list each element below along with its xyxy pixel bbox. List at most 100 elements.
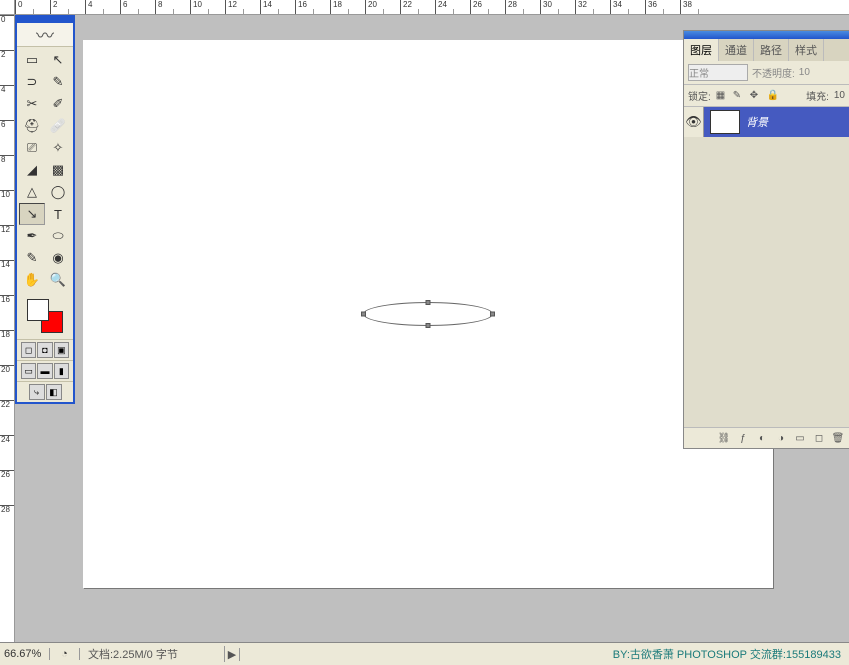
type-tool[interactable]: T [45, 203, 71, 225]
folder-icon[interactable]: ▭ [792, 431, 808, 445]
ruler-h-tick: 38 [680, 0, 715, 14]
canvas[interactable] [83, 40, 773, 588]
gradient-tool[interactable]: ▩ [45, 159, 71, 181]
lock-transparency-icon[interactable]: ▦ [716, 90, 728, 102]
ruler-corner [0, 0, 15, 15]
link-icon[interactable]: ⛓ [716, 431, 732, 445]
ruler-h-tick: 20 [365, 0, 400, 14]
lock-all-icon[interactable]: 🔒 [767, 90, 779, 102]
mask-icon[interactable]: ◐ [754, 431, 770, 445]
ruler-v-tick: 24 [0, 435, 14, 470]
tab-paths[interactable]: 路径 [754, 39, 789, 61]
fill-value[interactable]: 10 [834, 90, 845, 101]
panel-titlebar[interactable] [684, 31, 849, 39]
mask-mode-icon[interactable]: ▣ [54, 342, 69, 358]
opacity-value[interactable]: 10 [799, 67, 810, 78]
foreground-color[interactable] [27, 299, 49, 321]
opacity-label: 不透明度: [752, 65, 795, 80]
lock-paint-icon[interactable]: ✎ [733, 90, 745, 102]
new-layer-icon[interactable]: ◻ [811, 431, 827, 445]
layer-item-background[interactable]: 👁 背景 [684, 107, 849, 137]
screen-standard-icon[interactable]: ▭ [21, 363, 36, 379]
layer-list[interactable]: 👁 背景 [684, 107, 849, 427]
zoom-level[interactable]: 66.67% [0, 648, 50, 660]
quickmask-row: ◻ ◘ ▣ [17, 339, 73, 360]
ruler-v-tick: 28 [0, 505, 14, 540]
eraser-tool[interactable]: ◢ [19, 159, 45, 181]
layers-panel: 图层 通道 路径 样式 正常 不透明度: 10 锁定: ▦ ✎ ✥ 🔒 填充: … [683, 30, 849, 449]
quickmask-mode-icon[interactable]: ◘ [37, 342, 52, 358]
visibility-eye-icon[interactable]: 👁 [684, 107, 704, 137]
jump-ir-icon[interactable]: ◧ [46, 384, 62, 400]
tab-styles[interactable]: 样式 [789, 39, 824, 61]
eyedropper-tool[interactable]: ◉ [45, 247, 71, 269]
history-brush-tool[interactable]: ✧ [45, 137, 71, 159]
ruler-h-tick: 0 [15, 0, 50, 14]
tab-layers[interactable]: 图层 [684, 39, 719, 61]
wand-tool[interactable]: ✎ [45, 71, 71, 93]
ruler-horizontal[interactable]: 02468101214161820222426283032343638 [15, 0, 849, 15]
status-bar: 66.67% ◔ 文档:2.25M/0 字节 ▶ BY:古欲香萧 PHOTOSH… [0, 642, 849, 665]
ruler-h-tick: 32 [575, 0, 610, 14]
credits-text: BY:古欲香萧 PHOTOSHOP 交流群:155189433 [613, 646, 849, 662]
hand-tool[interactable]: ✋ [19, 269, 45, 291]
handle-right[interactable] [490, 312, 495, 317]
ruler-v-tick: 0 [0, 15, 14, 50]
status-icon[interactable]: ◔ [50, 648, 80, 660]
ruler-v-tick: 18 [0, 330, 14, 365]
feather-logo-icon: 〰 [17, 23, 73, 47]
trash-icon[interactable]: 🗑 [830, 431, 846, 445]
ruler-h-tick: 10 [190, 0, 225, 14]
ruler-v-tick: 6 [0, 120, 14, 155]
brush-tool[interactable]: 🩹 [45, 115, 71, 137]
fx-icon[interactable]: ƒ [735, 431, 751, 445]
ruler-v-tick: 14 [0, 260, 14, 295]
healing-tool[interactable]: ⛑ [19, 115, 45, 137]
ruler-h-tick: 8 [155, 0, 190, 14]
ruler-v-tick: 26 [0, 470, 14, 505]
tab-channels[interactable]: 通道 [719, 39, 754, 61]
ellipse-shape[interactable] [363, 302, 493, 326]
adjustment-icon[interactable]: ◑ [773, 431, 789, 445]
screen-full-menubar-icon[interactable]: ▬ [37, 363, 52, 379]
jump-row: ⤷ ◧ [17, 381, 73, 402]
layer-thumbnail[interactable] [710, 110, 740, 134]
blend-mode-select[interactable]: 正常 [688, 64, 748, 81]
ruler-v-tick: 4 [0, 85, 14, 120]
standard-mode-icon[interactable]: ◻ [21, 342, 36, 358]
pen-tool[interactable]: ✒ [19, 225, 45, 247]
ruler-h-tick: 16 [295, 0, 330, 14]
ruler-v-tick: 12 [0, 225, 14, 260]
ruler-v-tick: 16 [0, 295, 14, 330]
ruler-h-tick: 30 [540, 0, 575, 14]
ruler-h-tick: 34 [610, 0, 645, 14]
screen-full-icon[interactable]: ▮ [54, 363, 69, 379]
lock-label: 锁定: [688, 88, 711, 103]
ruler-vertical[interactable]: 0246810121416182022242628 [0, 15, 15, 650]
ruler-h-tick: 22 [400, 0, 435, 14]
slice-tool[interactable]: ✐ [45, 93, 71, 115]
crop-tool[interactable]: ✂ [19, 93, 45, 115]
stamp-tool[interactable]: ⎚ [19, 137, 45, 159]
lasso-tool[interactable]: ⊃ [19, 71, 45, 93]
screenmode-row: ▭ ▬ ▮ [17, 360, 73, 381]
expand-arrow-icon[interactable]: ▶ [225, 648, 240, 661]
ruler-h-tick: 14 [260, 0, 295, 14]
marquee-tool[interactable]: ▭ [19, 49, 45, 71]
lock-position-icon[interactable]: ✥ [750, 90, 762, 102]
path-select-tool[interactable]: ↘ [19, 203, 45, 225]
handle-top[interactable] [426, 300, 431, 305]
lock-row: 锁定: ▦ ✎ ✥ 🔒 填充: 10 [684, 85, 849, 107]
fill-label: 填充: [806, 88, 829, 103]
notes-tool[interactable]: ✎ [19, 247, 45, 269]
jump-to-icon[interactable]: ⤷ [29, 384, 45, 400]
dodge-tool[interactable]: ◯ [45, 181, 71, 203]
move-tool[interactable]: ↖ [45, 49, 71, 71]
blur-tool[interactable]: △ [19, 181, 45, 203]
document-info[interactable]: 文档:2.25M/0 字节 [80, 646, 225, 662]
shape-tool[interactable]: ⬭ [45, 225, 71, 247]
handle-left[interactable] [361, 312, 366, 317]
ruler-v-tick: 10 [0, 190, 14, 225]
handle-bottom[interactable] [426, 323, 431, 328]
zoom-tool[interactable]: 🔍 [45, 269, 71, 291]
